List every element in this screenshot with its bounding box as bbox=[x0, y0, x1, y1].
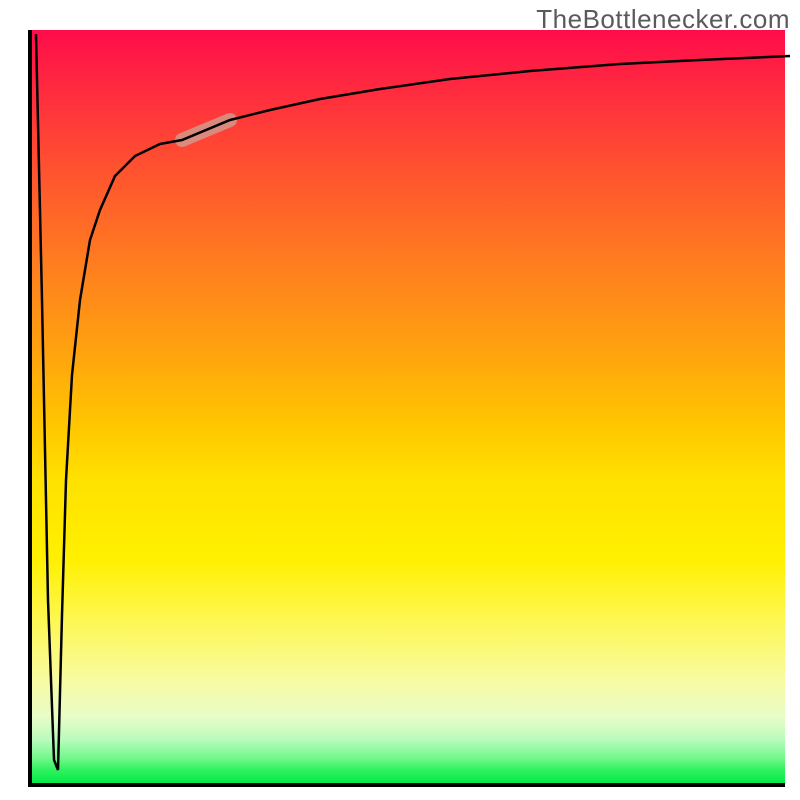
watermark-text: TheBottlenecker.com bbox=[536, 4, 790, 35]
bottleneck-curve bbox=[36, 34, 790, 770]
chart-svg bbox=[0, 0, 800, 800]
axes bbox=[30, 30, 785, 785]
chart-container: TheBottlenecker.com bbox=[0, 0, 800, 800]
